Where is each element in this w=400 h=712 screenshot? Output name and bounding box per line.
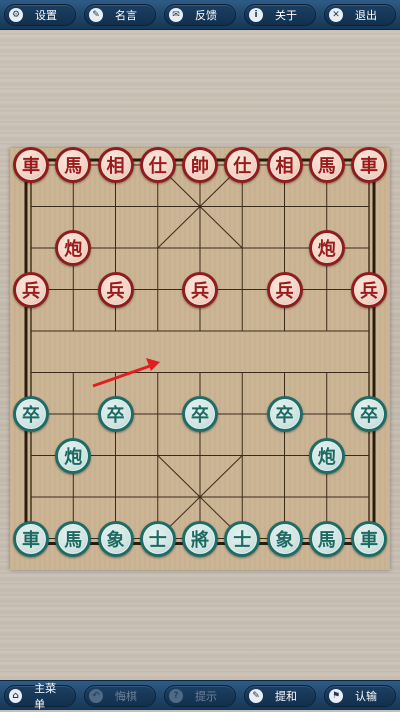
green-piece[interactable]: 象	[97, 520, 134, 557]
bottom-toolbar: ⌂ 主菜单 ↶ 悔棋? 提示 ✎ 提和 ⚑ 认输	[0, 680, 400, 711]
bottom-button-label: 提和	[275, 689, 297, 703]
green-piece[interactable]: 馬	[308, 520, 345, 557]
red-piece[interactable]: 兵	[13, 271, 49, 308]
bottom-button-0[interactable]: ⌂ 主菜单	[4, 682, 76, 711]
red-piece[interactable]: 兵	[351, 271, 387, 308]
red-piece[interactable]: 馬	[308, 147, 345, 183]
flag-icon: ⚑	[329, 688, 343, 703]
bottom-button-label: 提示	[195, 689, 217, 703]
bottom-button-label: 主菜单	[34, 681, 57, 711]
bottom-button-1[interactable]: ↶ 悔棋	[84, 684, 156, 707]
red-piece[interactable]: 帥	[182, 147, 218, 183]
green-piece[interactable]: 卒	[351, 396, 387, 432]
green-piece[interactable]: 象	[266, 520, 303, 557]
red-piece[interactable]: 馬	[55, 147, 92, 183]
undo-icon: ↶	[89, 688, 103, 703]
green-piece[interactable]: 車	[351, 520, 387, 557]
green-piece[interactable]: 卒	[266, 396, 303, 432]
green-piece[interactable]: 車	[13, 520, 49, 557]
red-piece[interactable]: 炮	[55, 230, 92, 266]
bottom-button-2[interactable]: ? 提示	[164, 684, 236, 707]
red-piece[interactable]: 兵	[182, 271, 218, 308]
green-piece[interactable]: 卒	[182, 396, 218, 432]
red-piece[interactable]: 兵	[266, 271, 303, 308]
red-piece[interactable]: 炮	[308, 230, 345, 266]
green-piece[interactable]: 卒	[97, 396, 134, 432]
green-piece[interactable]: 炮	[308, 437, 345, 474]
bottom-button-label: 认输	[355, 689, 377, 703]
red-piece[interactable]: 仕	[139, 147, 176, 183]
pen-icon: ✎	[249, 688, 263, 703]
red-piece[interactable]: 兵	[97, 271, 134, 308]
green-piece[interactable]: 馬	[55, 520, 92, 557]
xiangqi-board	[24, 158, 376, 545]
red-piece[interactable]: 相	[266, 147, 303, 183]
red-piece[interactable]: 車	[351, 147, 387, 183]
red-piece[interactable]: 仕	[224, 147, 261, 183]
green-piece[interactable]: 士	[139, 520, 176, 557]
red-piece[interactable]: 車	[13, 147, 49, 183]
bottom-button-label: 悔棋	[115, 689, 137, 703]
green-piece[interactable]: 士	[224, 520, 261, 557]
green-piece[interactable]: 卒	[13, 396, 49, 432]
hint-icon: ?	[169, 688, 183, 703]
bottom-button-4[interactable]: ⚑ 认输	[324, 684, 396, 707]
green-piece[interactable]: 炮	[55, 437, 92, 474]
home-icon: ⌂	[9, 688, 23, 703]
bottom-button-3[interactable]: ✎ 提和	[244, 684, 316, 707]
red-piece[interactable]: 相	[97, 147, 134, 183]
green-piece[interactable]: 將	[182, 520, 218, 557]
